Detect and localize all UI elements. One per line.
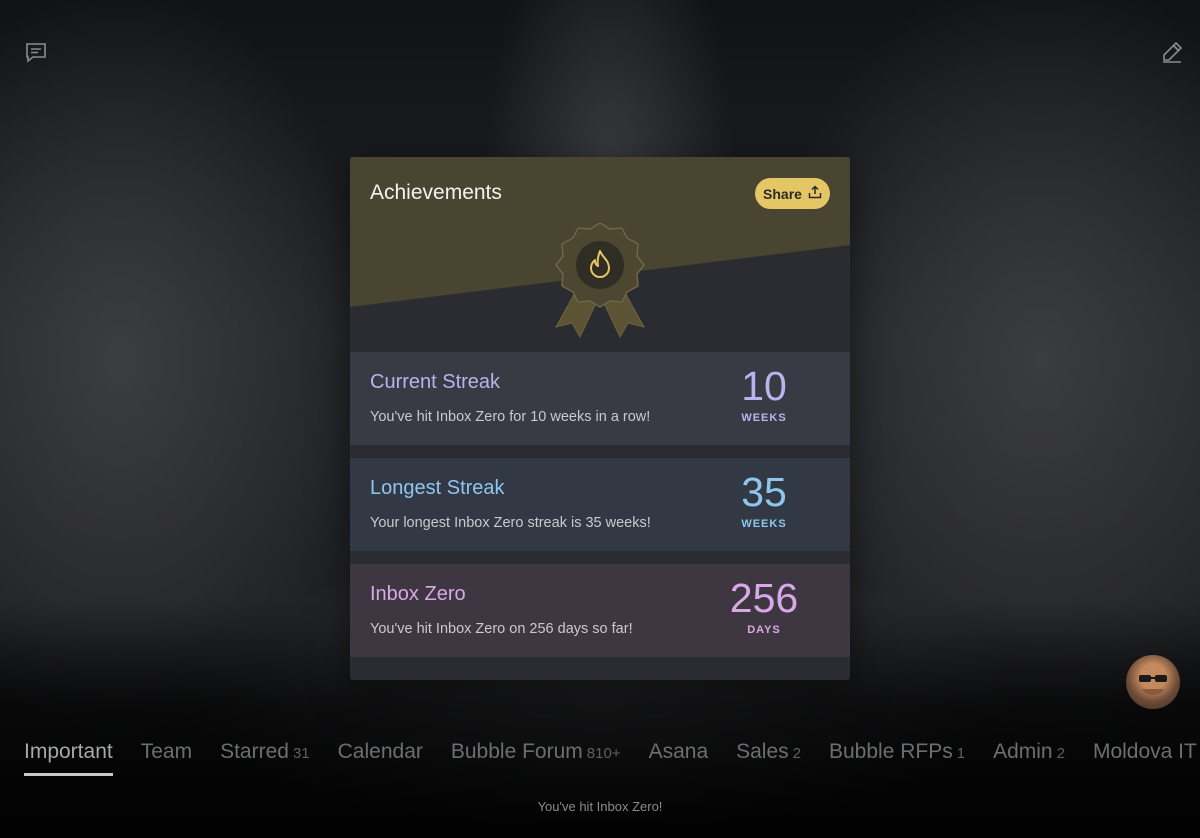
share-upload-icon [808, 185, 822, 202]
longest-streak-stat: 35 WEEKS [714, 470, 814, 530]
current-streak-description: You've hit Inbox Zero for 10 weeks in a … [370, 409, 651, 425]
tab-label: Team [140, 740, 193, 763]
tab-bubble-forum[interactable]: Bubble Forum 810+ [451, 740, 621, 776]
tab-label: Moldova IT Park [1092, 740, 1200, 763]
tab-label: Sales [736, 740, 789, 763]
longest-streak-row: Longest Streak Your longest Inbox Zero s… [350, 458, 850, 551]
longest-streak-unit: WEEKS [741, 518, 787, 530]
compose-pencil-icon[interactable] [1160, 40, 1184, 64]
tab-label: Starred [220, 740, 289, 763]
tab-important[interactable]: Important [24, 740, 113, 776]
status-message: You've hit Inbox Zero! [537, 799, 663, 814]
tab-count: 2 [1056, 745, 1065, 762]
longest-streak-title: Longest Streak [370, 477, 505, 499]
longest-streak-description: Your longest Inbox Zero streak is 35 wee… [370, 515, 651, 531]
achievements-title: Achievements [370, 181, 502, 204]
current-streak-title: Current Streak [370, 371, 501, 393]
flame-ribbon-badge-icon [550, 222, 650, 339]
achievements-header: Achievements Share [350, 157, 850, 352]
tab-label: Important [24, 740, 113, 763]
inbox-zero-description: You've hit Inbox Zero on 256 days so far… [370, 621, 633, 637]
tab-label: Admin [993, 740, 1053, 763]
tab-bubble-rfps[interactable]: Bubble RFPs 1 [829, 740, 965, 776]
tab-label: Bubble Forum [450, 740, 583, 763]
inbox-zero-value: 256 [729, 575, 799, 621]
current-streak-unit: WEEKS [741, 412, 787, 424]
share-button[interactable]: Share [755, 178, 830, 209]
tab-count: 2 [792, 745, 801, 762]
current-streak-row: Current Streak You've hit Inbox Zero for… [350, 352, 850, 445]
tab-team[interactable]: Team [141, 740, 192, 776]
tab-label: Asana [648, 740, 709, 763]
current-streak-value: 10 [741, 363, 787, 409]
chat-bubble-icon[interactable] [24, 40, 48, 64]
avatar[interactable] [1126, 655, 1180, 709]
share-label: Share [763, 185, 802, 202]
tab-label: Bubble RFPs [829, 740, 953, 763]
tab-count: 810+ [586, 745, 621, 762]
longest-streak-value: 35 [741, 469, 787, 515]
tab-moldova-it-park[interactable]: Moldova IT Park [1093, 740, 1200, 776]
tab-starred[interactable]: Starred 31 [220, 740, 310, 776]
inbox-zero-stat: 256 DAYS [714, 576, 814, 636]
tab-count: 1 [956, 745, 966, 762]
inbox-zero-title: Inbox Zero [370, 583, 466, 605]
tab-calendar[interactable]: Calendar [338, 740, 423, 776]
inbox-zero-row: Inbox Zero You've hit Inbox Zero on 256 … [350, 564, 850, 657]
inbox-zero-unit: DAYS [747, 624, 781, 636]
current-streak-stat: 10 WEEKS [714, 364, 814, 424]
tab-sales[interactable]: Sales 2 [736, 740, 801, 776]
tab-asana[interactable]: Asana [649, 740, 709, 776]
category-tabs: Important Team Starred 31 Calendar Bubble For… [24, 740, 1200, 780]
tab-count: 31 [292, 745, 310, 762]
tab-admin[interactable]: Admin 2 [993, 740, 1065, 776]
tab-label: Calendar [337, 740, 423, 763]
achievements-card: Achievements Share Current Streak You've… [350, 157, 850, 680]
